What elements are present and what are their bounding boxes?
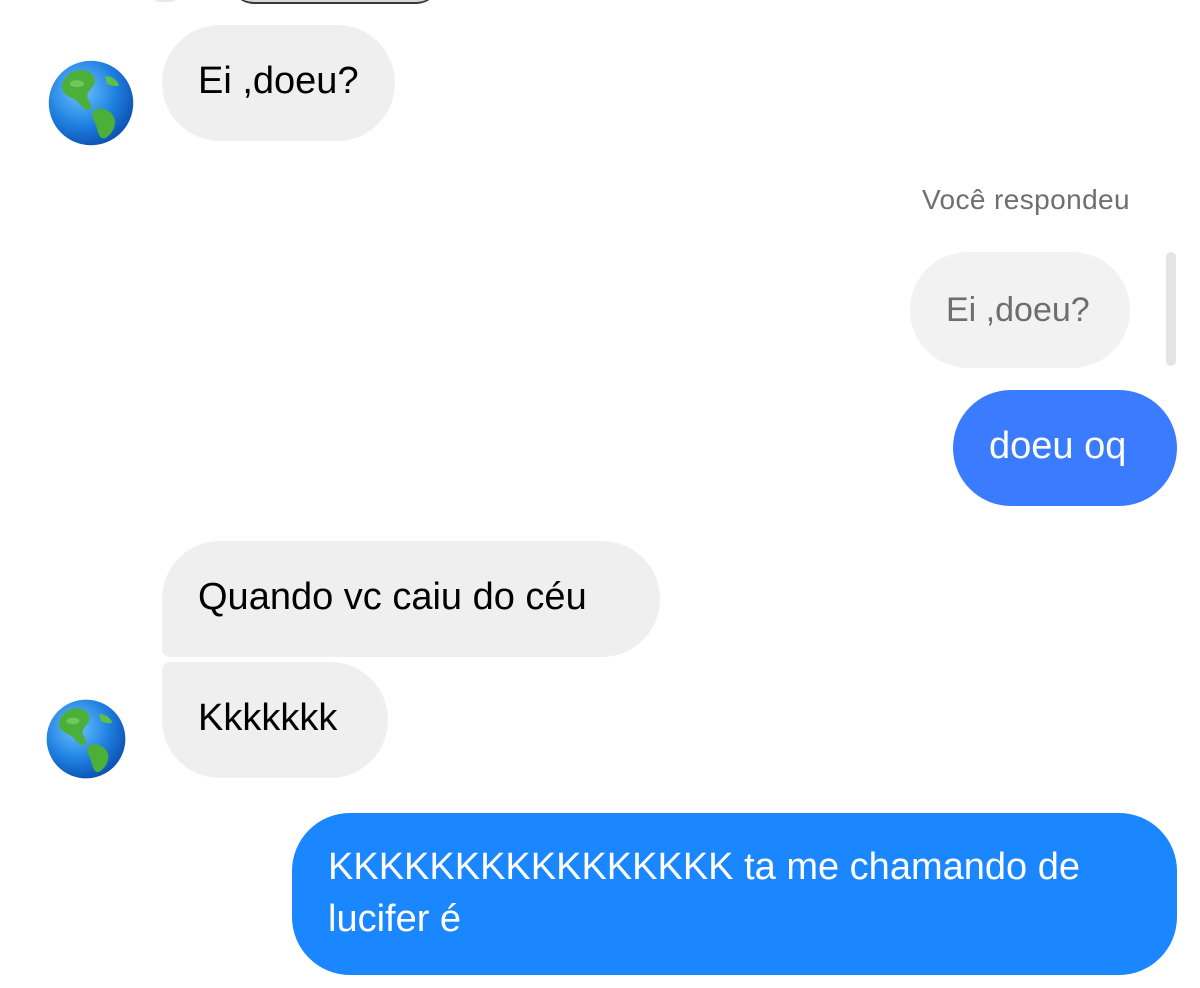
incoming-message-bubble[interactable]: Ei ,doeu?: [162, 25, 395, 141]
message-text: KKKKKKKKKKKKKKKK ta me chamando de lucif…: [328, 846, 1080, 940]
quoted-message-text: Ei ,doeu?: [946, 291, 1090, 329]
incoming-message-bubble[interactable]: Quando vc caiu do céu: [162, 541, 660, 657]
reply-indicator-bar: [1166, 252, 1176, 366]
outgoing-message-bubble[interactable]: KKKKKKKKKKKKKKKK ta me chamando de lucif…: [292, 813, 1177, 975]
message-text: Ei ,doeu?: [198, 60, 359, 102]
earth-globe-americas-icon: [48, 60, 134, 146]
message-text: Quando vc caiu do céu: [198, 576, 587, 618]
message-text: doeu oq: [989, 425, 1127, 467]
previous-message-clipped: [150, 0, 180, 2]
incoming-message-bubble[interactable]: Kkkkkkk: [162, 662, 388, 778]
message-text: Kkkkkkk: [198, 697, 338, 739]
outgoing-message-bubble[interactable]: doeu oq: [953, 390, 1177, 506]
previous-media-clipped: [230, 0, 440, 4]
contact-avatar[interactable]: [45, 698, 127, 780]
earth-globe-americas-icon: [46, 699, 126, 779]
contact-avatar[interactable]: [47, 59, 135, 147]
reply-label: Você respondeu: [922, 184, 1130, 215]
quoted-message-bubble[interactable]: Ei ,doeu?: [910, 252, 1130, 368]
